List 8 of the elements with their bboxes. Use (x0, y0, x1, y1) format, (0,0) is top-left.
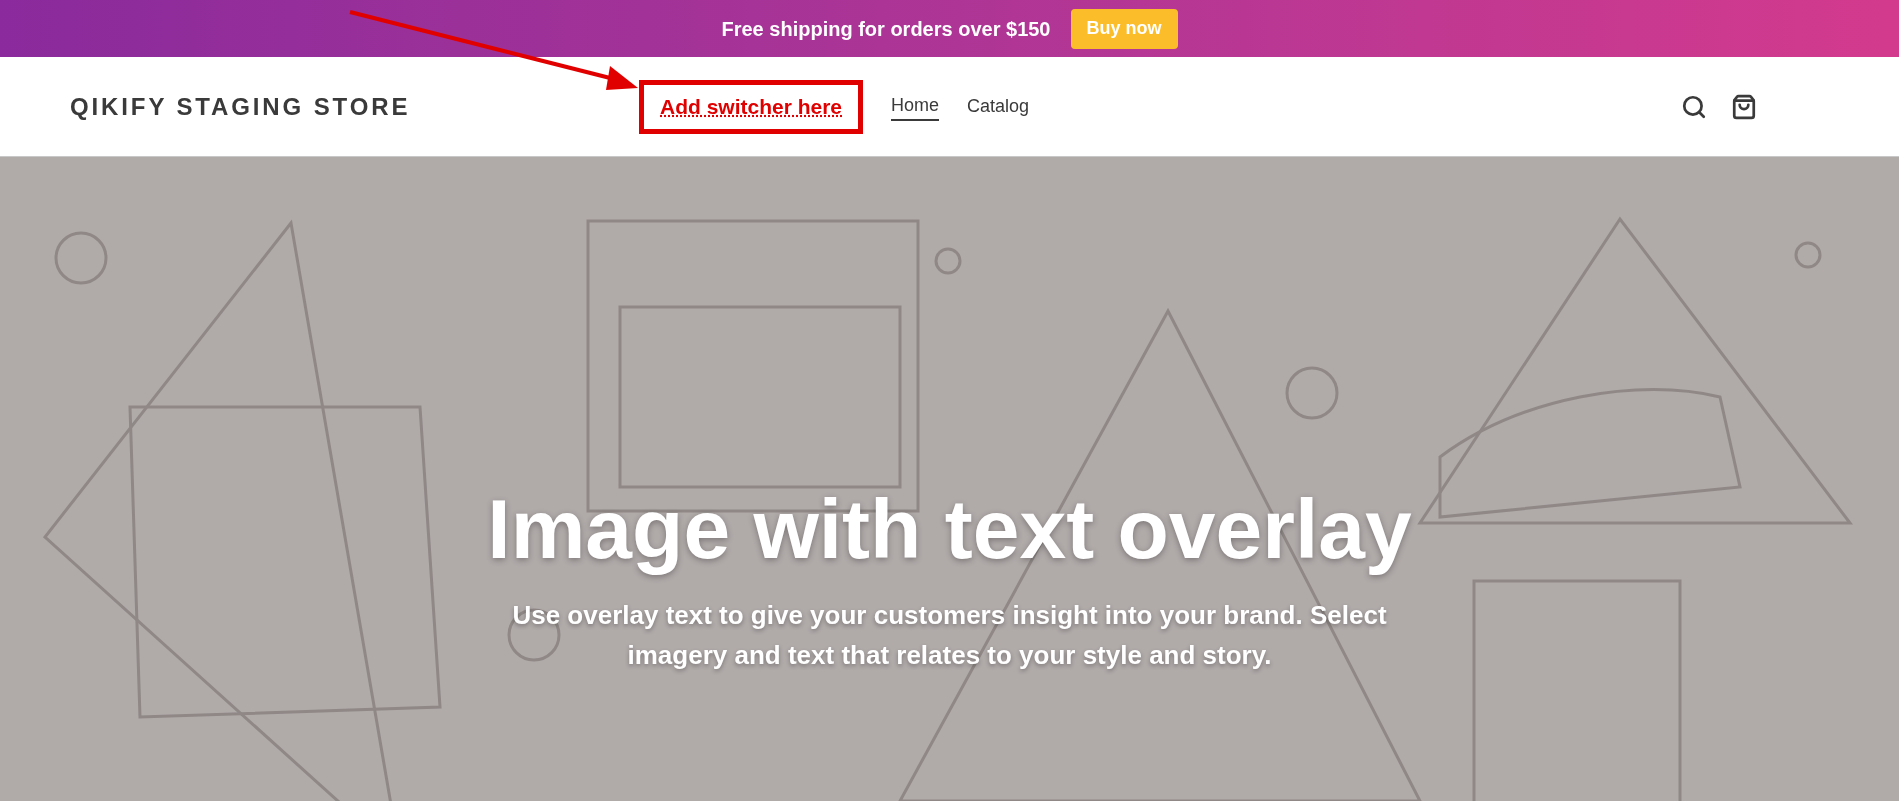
nav-link[interactable]: Home (891, 92, 940, 121)
hero-subtitle: Use overlay text to give your customers insight into your brand. Select imagery and text that relates to your style and story. (511, 599, 1388, 672)
nav-link[interactable]: Catalog (967, 93, 1030, 120)
nav-link[interactable]: Add switcher here (639, 79, 864, 134)
search-icon[interactable] (1681, 93, 1707, 120)
shopping-bag-icon[interactable] (1731, 93, 1757, 120)
announcement-text: Free shipping for orders over $150 (721, 16, 1051, 42)
store-logo[interactable]: QIKIFY STAGING STORE (70, 88, 639, 125)
